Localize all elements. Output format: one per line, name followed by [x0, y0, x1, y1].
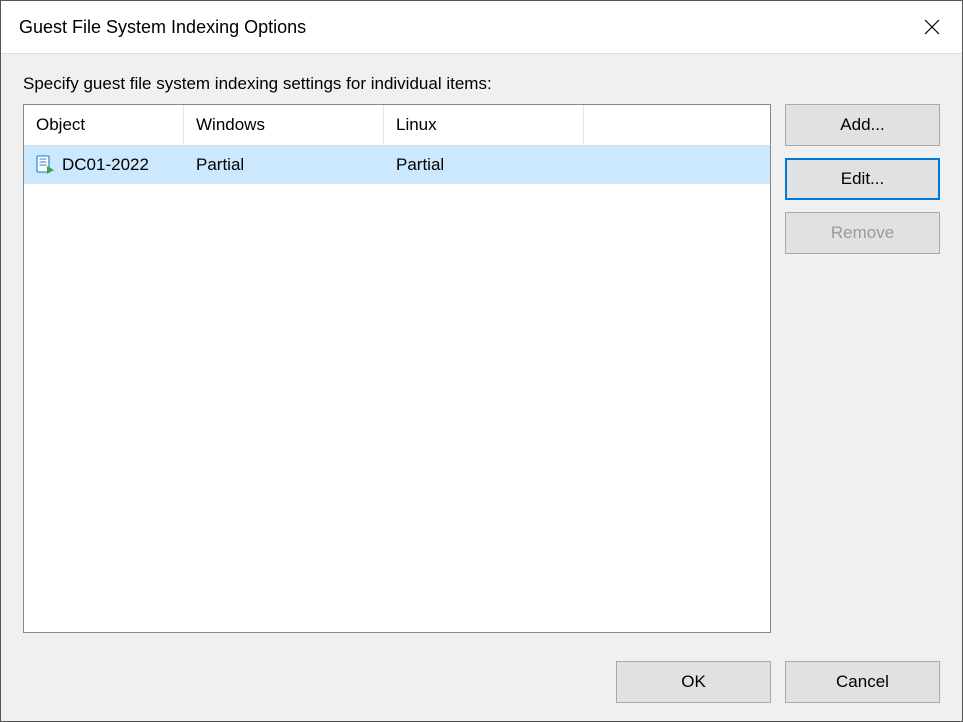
dialog-title: Guest File System Indexing Options: [19, 17, 306, 38]
dialog-window: Guest File System Indexing Options Speci…: [0, 0, 963, 722]
titlebar: Guest File System Indexing Options: [1, 1, 962, 54]
column-header-windows[interactable]: Windows: [184, 105, 384, 145]
table-body: DC01-2022 Partial Partial: [24, 146, 770, 184]
column-header-empty: [584, 105, 770, 145]
side-button-panel: Add... Edit... Remove: [785, 104, 940, 633]
ok-button[interactable]: OK: [616, 661, 771, 703]
edit-button[interactable]: Edit...: [785, 158, 940, 200]
instruction-text: Specify guest file system indexing setti…: [23, 74, 940, 94]
dialog-footer: OK Cancel: [1, 647, 962, 721]
table-row[interactable]: DC01-2022 Partial Partial: [24, 146, 770, 184]
vm-icon: [36, 155, 54, 175]
close-icon: [924, 19, 940, 35]
column-header-linux[interactable]: Linux: [384, 105, 584, 145]
close-button[interactable]: [916, 11, 948, 43]
dialog-content: Specify guest file system indexing setti…: [1, 54, 962, 647]
cell-empty: [584, 159, 770, 171]
add-button[interactable]: Add...: [785, 104, 940, 146]
items-table[interactable]: Object Windows Linux: [23, 104, 771, 633]
cancel-button[interactable]: Cancel: [785, 661, 940, 703]
cell-windows: Partial: [184, 149, 384, 181]
cell-linux: Partial: [384, 149, 584, 181]
column-header-object[interactable]: Object: [24, 105, 184, 145]
cell-object: DC01-2022: [24, 149, 184, 181]
table-header: Object Windows Linux: [24, 105, 770, 146]
cell-object-text: DC01-2022: [62, 155, 149, 175]
remove-button: Remove: [785, 212, 940, 254]
main-row: Object Windows Linux: [23, 104, 940, 633]
